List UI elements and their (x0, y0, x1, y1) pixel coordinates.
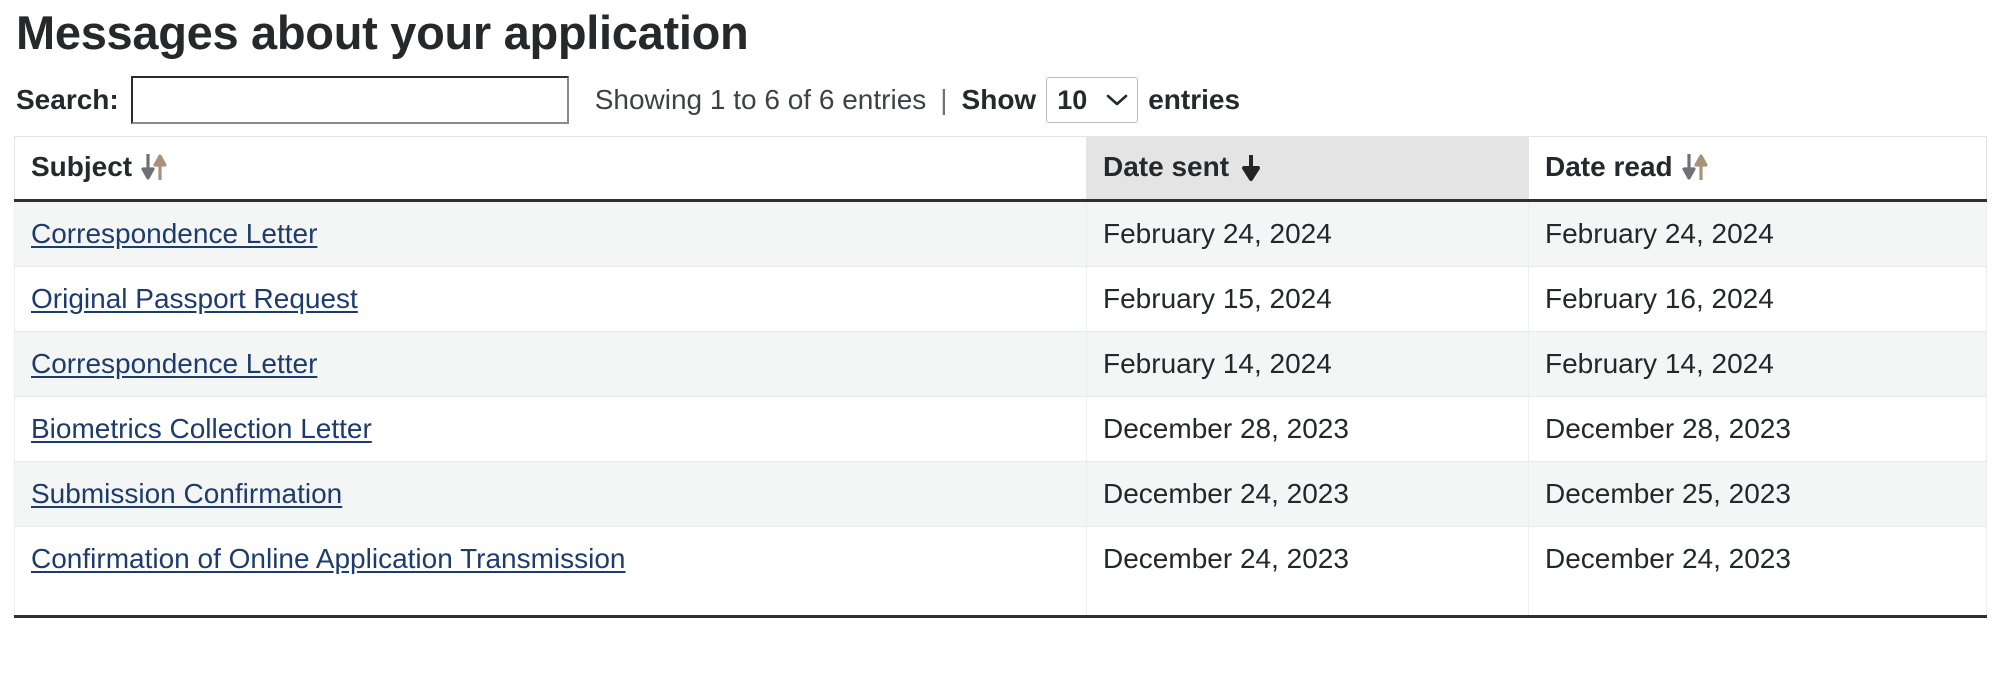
cell-subject: Correspondence Letter (14, 200, 1087, 268)
cell-date-read: December 28, 2023 (1528, 396, 1987, 463)
page-title: Messages about your application (16, 6, 749, 59)
sort-both-icon (141, 152, 167, 182)
table-row: Correspondence Letter February 14, 2024 Fe… (14, 331, 1987, 398)
search-label: Search: (16, 84, 119, 116)
messages-page: Messages about your application Search: … (0, 0, 2000, 690)
sort-desc-icon (1238, 152, 1264, 182)
table-row: Correspondence Letter February 24, 2024 Fe… (14, 200, 1987, 268)
table-head: Subject Date sent Date read (14, 136, 1987, 203)
cell-date-read: December 25, 2023 (1528, 461, 1987, 528)
search-input[interactable] (130, 76, 569, 125)
cell-date-read: February 24, 2024 (1528, 200, 1987, 268)
table-row: Original Passport Request February 15, 20… (14, 266, 1987, 333)
subject-link[interactable]: Submission Confirmation (31, 478, 342, 509)
cell-date-read: February 16, 2024 (1528, 266, 1987, 333)
cell-date-sent: February 24, 2024 (1086, 200, 1529, 268)
cell-date-read: December 24, 2023 (1528, 526, 1987, 619)
cell-date-sent: December 24, 2023 (1086, 461, 1529, 528)
column-header-subject[interactable]: Subject (14, 136, 1087, 203)
controls-separator: | (940, 84, 948, 116)
entries-label: entries (1148, 84, 1241, 116)
table-row: Submission Confirmation December 24, 2023… (14, 461, 1987, 528)
entries-info: Showing 1 to 6 of 6 entries (594, 84, 927, 116)
column-header-date-sent-label: Date sent (1103, 151, 1230, 183)
cell-subject: Biometrics Collection Letter (14, 396, 1087, 463)
table-body: Correspondence Letter February 24, 2024 Fe… (14, 200, 1987, 619)
table-header-row: Subject Date sent Date read (14, 136, 1987, 203)
column-header-date-read-label: Date read (1545, 151, 1673, 183)
cell-date-sent: December 24, 2023 (1086, 526, 1529, 619)
table-row: Biometrics Collection Letter December 28,… (14, 396, 1987, 463)
column-header-subject-label: Subject (31, 151, 133, 183)
cell-subject: Original Passport Request (14, 266, 1087, 333)
column-header-date-sent[interactable]: Date sent (1086, 136, 1529, 203)
cell-subject: Correspondence Letter (14, 331, 1087, 398)
table-controls: Search: Showing 1 to 6 of 6 entries | Sh… (14, 68, 1986, 132)
table-row: Confirmation of Online Application Trans… (14, 526, 1987, 619)
messages-table: Subject Date sent Date read Corresponden… (14, 136, 1987, 619)
cell-date-sent: February 15, 2024 (1086, 266, 1529, 333)
subject-link[interactable]: Correspondence Letter (31, 348, 317, 379)
cell-subject: Submission Confirmation (14, 461, 1087, 528)
sort-both-icon (1682, 152, 1708, 182)
page-length-select[interactable]: 102550100 (1046, 77, 1139, 124)
page-length-select-wrapper: 102550100 (1036, 77, 1148, 124)
cell-date-sent: December 28, 2023 (1086, 396, 1529, 463)
cell-date-read: February 14, 2024 (1528, 331, 1987, 398)
cell-date-sent: February 14, 2024 (1086, 331, 1529, 398)
subject-link[interactable]: Biometrics Collection Letter (31, 413, 372, 444)
show-label: Show (961, 84, 1037, 116)
subject-link[interactable]: Correspondence Letter (31, 218, 317, 249)
subject-link[interactable]: Original Passport Request (31, 283, 358, 314)
column-header-date-read[interactable]: Date read (1528, 136, 1987, 203)
cell-subject: Confirmation of Online Application Trans… (14, 526, 1087, 619)
subject-link[interactable]: Confirmation of Online Application Trans… (31, 543, 626, 574)
